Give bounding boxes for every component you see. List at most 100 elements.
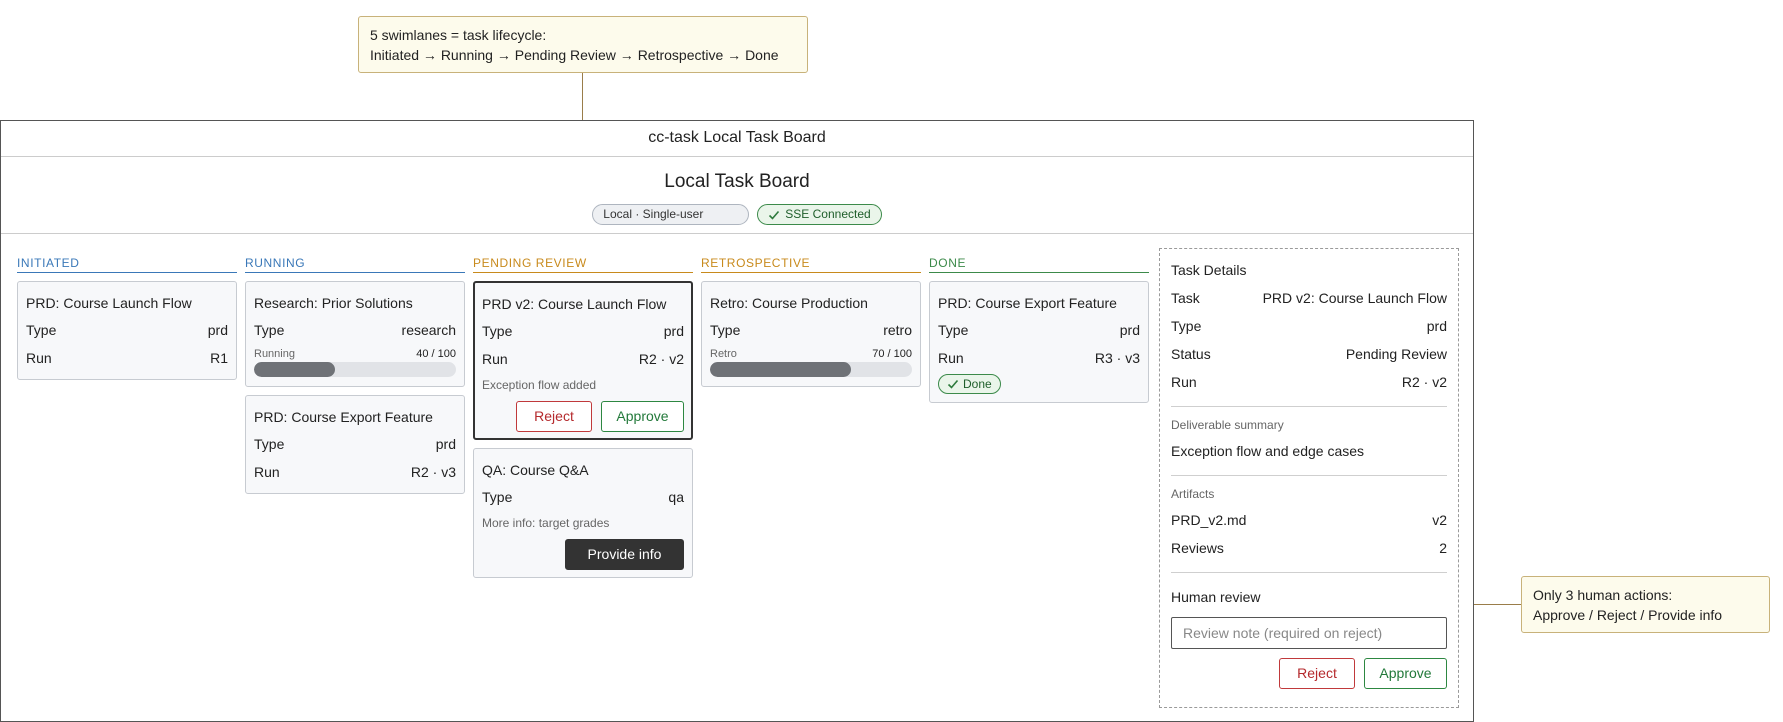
type-label: Type xyxy=(938,322,969,338)
status-label: Status xyxy=(1171,346,1211,362)
column-header-retrospective: RETROSPECTIVE xyxy=(701,256,921,273)
run-label: Run xyxy=(938,350,964,366)
sse-status-label: SSE Connected xyxy=(785,207,871,221)
type-label: Type xyxy=(710,322,741,338)
swimlanes-note-line2: Initiated → Running → Pending Review → R… xyxy=(370,47,779,63)
type-value: prd xyxy=(663,323,684,339)
type-label: Type xyxy=(26,322,57,338)
card-title: PRD: Course Export Feature xyxy=(254,409,433,425)
reject-button[interactable]: Reject xyxy=(516,401,592,432)
progress-track xyxy=(254,362,456,377)
card-note: Exception flow added xyxy=(482,378,597,392)
approve-button[interactable]: Approve xyxy=(1364,658,1447,689)
progress-label: Running xyxy=(254,348,295,360)
artifact-version: v2 xyxy=(1432,512,1447,528)
review-note-input[interactable] xyxy=(1171,617,1447,649)
done-badge-label: Done xyxy=(963,377,992,391)
run-label: Run xyxy=(26,350,52,366)
task-board-window: cc-task Local Task Board Local Task Boar… xyxy=(0,120,1474,722)
type-value: prd xyxy=(1119,322,1140,338)
type-value: prd xyxy=(435,436,456,452)
run-label: Run xyxy=(254,464,280,480)
board-title: Local Task Board xyxy=(664,171,810,192)
card-title: QA: Course Q&A xyxy=(482,462,589,478)
column-retrospective: RETROSPECTIVE Retro: Course Production T… xyxy=(701,256,921,387)
type-value: prd xyxy=(207,322,228,338)
progress-track xyxy=(710,362,912,377)
divider xyxy=(1171,475,1447,476)
task-card[interactable]: Research: Prior Solutions Type research R… xyxy=(245,281,465,387)
type-value: retro xyxy=(883,322,912,338)
artifact-name[interactable]: PRD_v2.md xyxy=(1171,506,1246,534)
card-title: Research: Prior Solutions xyxy=(254,295,413,311)
progress-text: 40 / 100 xyxy=(416,348,456,360)
provide-info-button[interactable]: Provide info xyxy=(565,539,684,570)
task-card[interactable]: PRD: Course Export Feature Type prd Run R2… xyxy=(245,395,465,494)
column-header-pending-review: PENDING REVIEW xyxy=(473,256,693,273)
divider xyxy=(1171,406,1447,407)
run-value: R1 xyxy=(210,350,228,366)
window-title: cc-task Local Task Board xyxy=(1,121,1473,157)
human-actions-note-line2: Approve / Reject / Provide info xyxy=(1533,607,1723,623)
task-details-title: Task Details xyxy=(1171,262,1247,278)
run-label: Run xyxy=(1171,374,1197,390)
run-value: R3 · v3 xyxy=(1094,350,1140,366)
progress-fill xyxy=(710,362,852,377)
human-actions-note: Only 3 human actions: Approve / Reject /… xyxy=(1521,576,1770,633)
column-header-done: DONE xyxy=(929,256,1149,273)
reviews-count: 2 xyxy=(1439,540,1447,556)
progress-fill xyxy=(254,362,335,377)
task-card[interactable]: QA: Course Q&A Type qa More info: target … xyxy=(473,448,693,578)
swimlanes-note-line1: 5 swimlanes = task lifecycle: xyxy=(370,27,547,43)
sse-status-badge: SSE Connected xyxy=(757,204,882,225)
type-value: prd xyxy=(1426,318,1447,334)
run-value: R2 · v2 xyxy=(1401,374,1447,390)
artifacts-label: Artifacts xyxy=(1171,487,1215,501)
approve-button[interactable]: Approve xyxy=(601,401,684,432)
run-value: R2 · v3 xyxy=(410,464,456,480)
run-label: Run xyxy=(482,351,508,367)
task-card[interactable]: PRD: Course Launch Flow Type prd Run R1 xyxy=(17,281,237,380)
progress-text: 70 / 100 xyxy=(872,348,912,360)
type-value: qa xyxy=(668,489,684,505)
check-icon xyxy=(947,379,959,389)
human-actions-note-line1: Only 3 human actions: xyxy=(1533,587,1673,603)
column-header-initiated: INITIATED xyxy=(17,256,237,273)
deliverable-summary: Exception flow and edge cases xyxy=(1171,443,1365,459)
divider xyxy=(1171,572,1447,573)
reviews-label: Reviews xyxy=(1171,540,1224,556)
task-card[interactable]: PRD: Course Export Feature Type prd Run R3… xyxy=(929,281,1149,403)
run-value: R2 · v2 xyxy=(638,351,684,367)
check-icon xyxy=(769,210,780,220)
column-pending-review: PENDING REVIEW PRD v2: Course Launch Flo… xyxy=(473,256,693,578)
column-running: RUNNING Research: Prior Solutions Type re… xyxy=(245,256,465,494)
status-value: Pending Review xyxy=(1345,346,1447,362)
card-title: PRD: Course Launch Flow xyxy=(26,295,192,311)
swimlanes-note: 5 swimlanes = task lifecycle: Initiated … xyxy=(358,16,808,73)
column-header-running: RUNNING xyxy=(245,256,465,273)
progress-label: Retro xyxy=(710,348,737,360)
column-initiated: INITIATED PRD: Course Launch Flow Type pr… xyxy=(17,256,237,380)
type-label: Type xyxy=(1171,318,1202,334)
board-header: Local Task Board Local · Single-user SSE… xyxy=(1,157,1473,234)
mode-pill: Local · Single-user xyxy=(592,204,750,225)
task-card[interactable]: Retro: Course Production Type retro Retro… xyxy=(701,281,921,387)
card-title: PRD: Course Export Feature xyxy=(938,295,1117,311)
type-label: Type xyxy=(254,322,285,338)
task-details-panel: Task Details Task PRD v2: Course Launch F… xyxy=(1159,248,1459,708)
reject-button[interactable]: Reject xyxy=(1279,658,1355,689)
type-value: research xyxy=(401,322,456,338)
type-label: Type xyxy=(254,436,285,452)
card-title: PRD v2: Course Launch Flow xyxy=(482,296,667,312)
task-label: Task xyxy=(1171,290,1200,306)
column-done: DONE PRD: Course Export Feature Type prd … xyxy=(929,256,1149,403)
deliverable-summary-label: Deliverable summary xyxy=(1171,418,1284,432)
task-card-selected[interactable]: PRD v2: Course Launch Flow Type prd Run R2… xyxy=(473,281,693,440)
type-label: Type xyxy=(482,489,513,505)
done-badge: Done xyxy=(938,374,1001,394)
human-review-label: Human review xyxy=(1171,589,1261,605)
type-label: Type xyxy=(482,323,513,339)
card-note: More info: target grades xyxy=(482,516,610,530)
card-title: Retro: Course Production xyxy=(710,295,868,311)
task-value: PRD v2: Course Launch Flow xyxy=(1262,290,1447,306)
